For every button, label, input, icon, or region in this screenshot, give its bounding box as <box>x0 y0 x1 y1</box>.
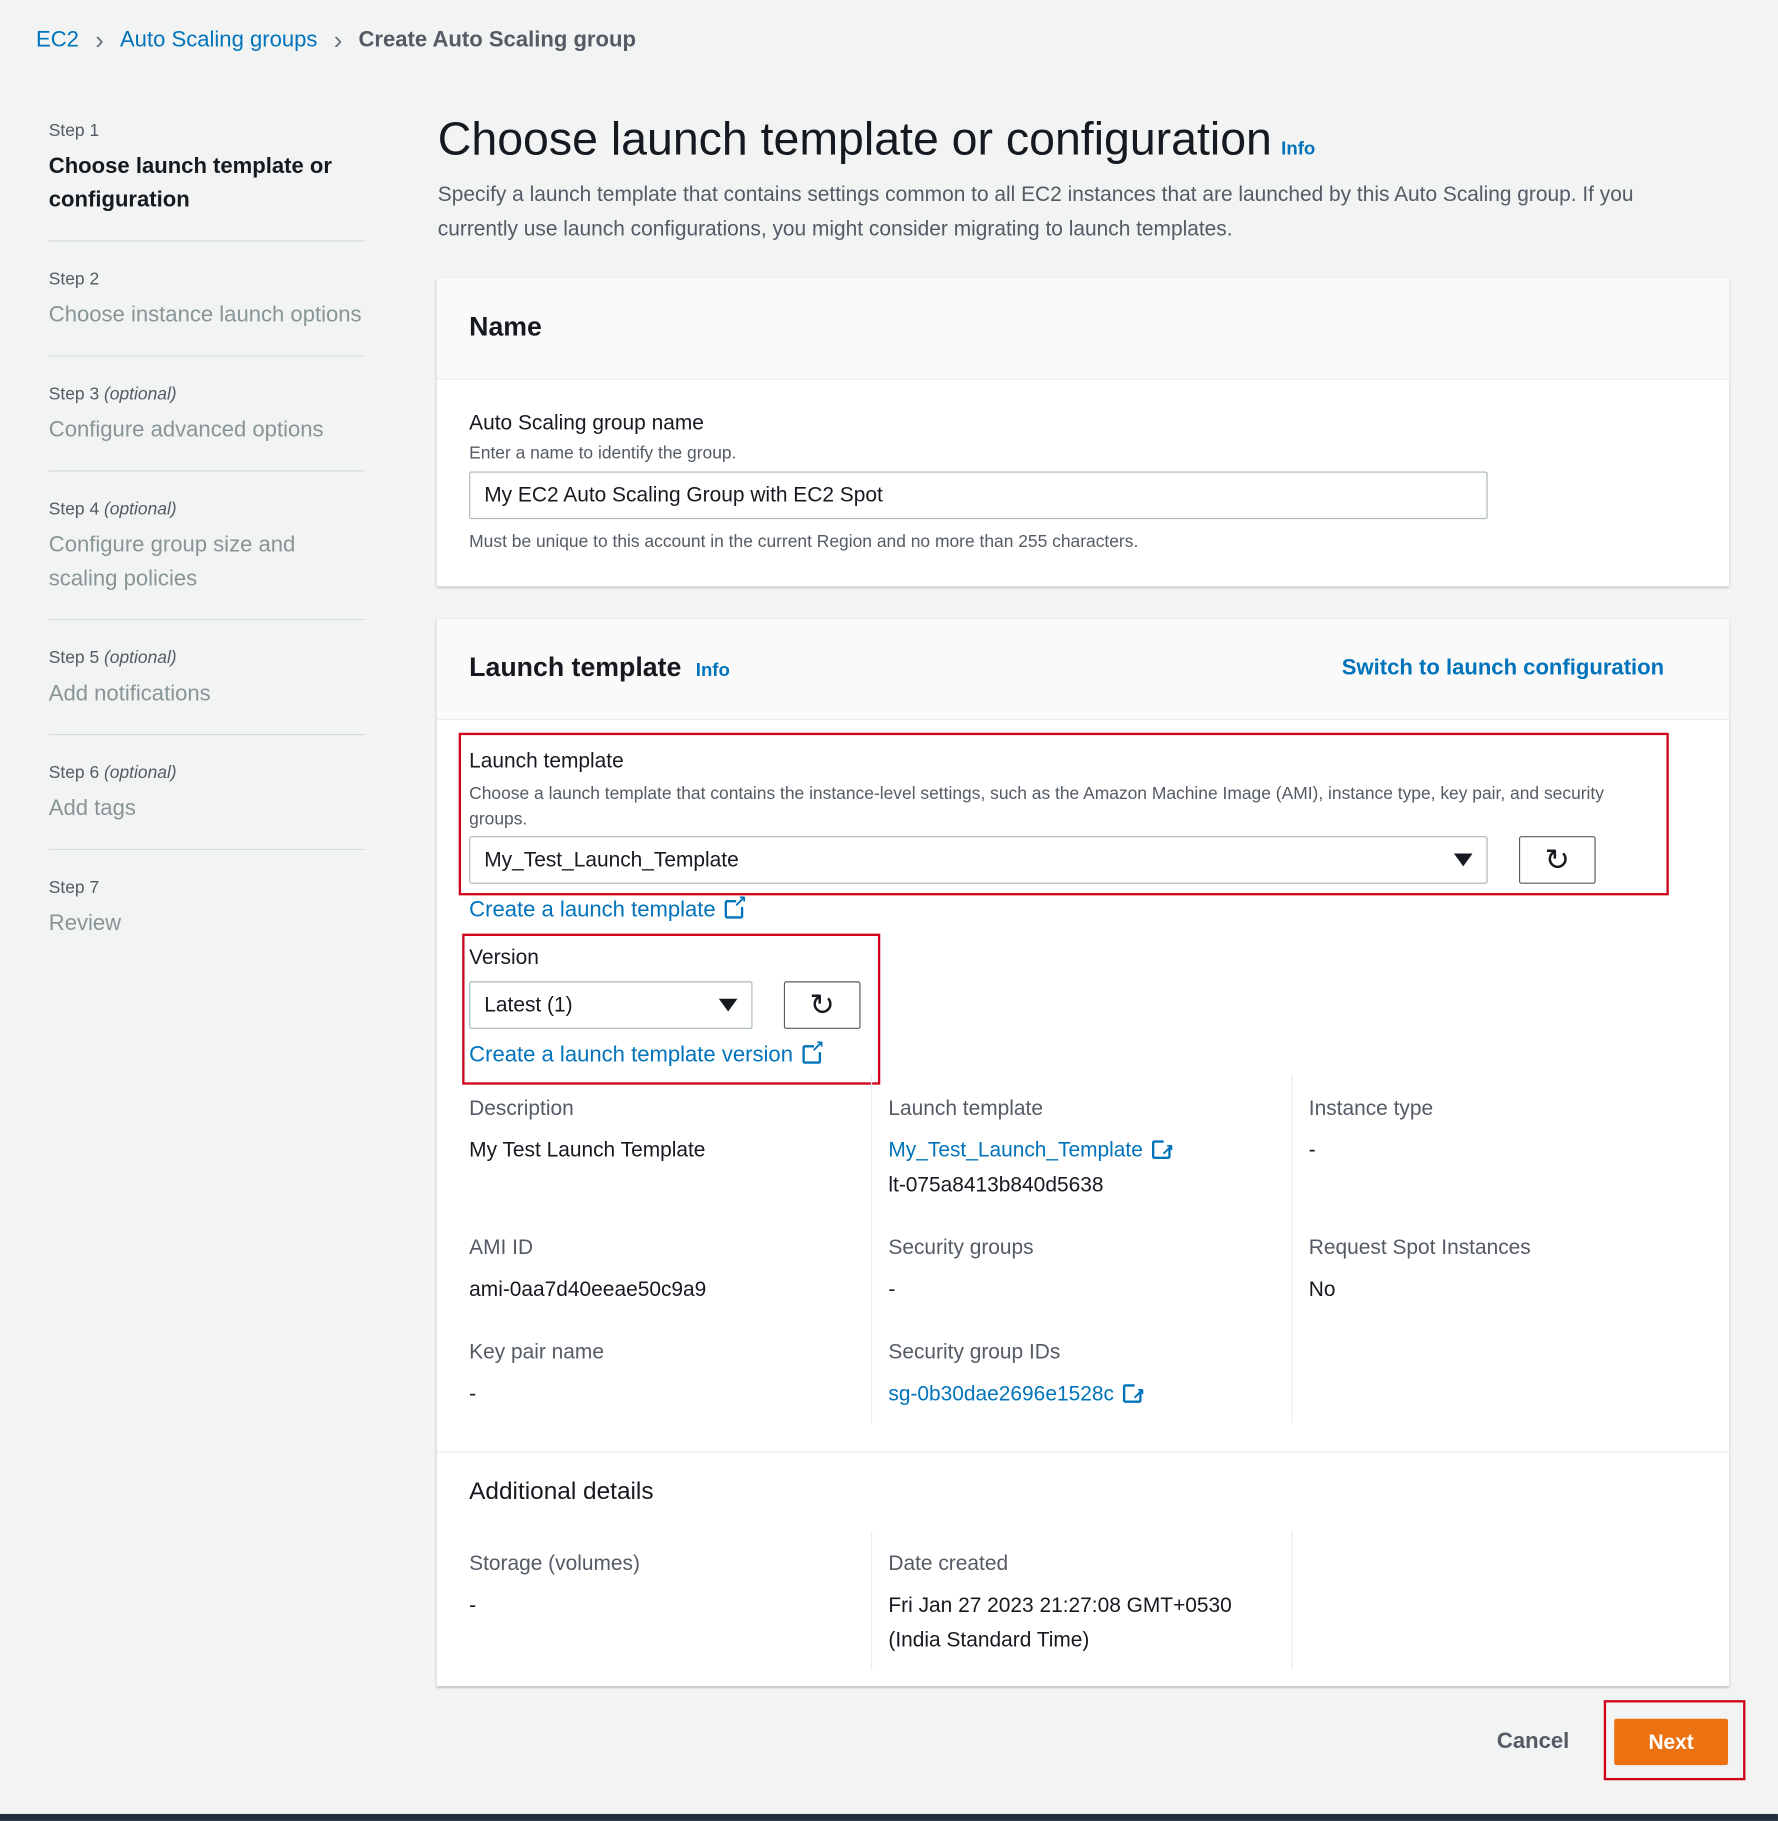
refresh-icon: ↻ <box>809 987 835 1022</box>
asg-name-input[interactable]: My EC2 Auto Scaling Group with EC2 Spot <box>469 471 1488 520</box>
refresh-icon: ↻ <box>1544 841 1570 877</box>
step-title: Add tags <box>48 796 136 822</box>
field-label: Launch template <box>469 749 624 773</box>
step-number: Step 4 (optional) <box>48 499 177 520</box>
detail-ami-id: AMI ID ami-0aa7d40eeae50c9a9 <box>469 1235 707 1301</box>
step-7[interactable]: Step 7 Review <box>49 878 365 964</box>
version-refresh-button[interactable]: ↻ <box>783 981 861 1029</box>
caret-down-icon <box>718 998 738 1012</box>
step-6[interactable]: Step 6 (optional) Add tags <box>48 762 365 851</box>
step-number: Step 2 <box>48 269 100 290</box>
step-number: Step 7 <box>48 877 100 898</box>
version-select[interactable]: Latest (1) <box>469 981 753 1029</box>
field-label: Version <box>469 945 539 969</box>
step-number: Step 1 <box>48 120 100 141</box>
field-constraint: Must be unique to this account in the cu… <box>469 531 1139 552</box>
detail-security-groups: Security groups - <box>888 1235 1034 1301</box>
page-description: Specify a launch template that contains … <box>437 182 1634 241</box>
breadcrumb: EC2 › Auto Scaling groups › Create Auto … <box>36 26 636 56</box>
step-number: Step 5 (optional) <box>48 648 177 668</box>
divider <box>1291 1074 1293 1423</box>
info-link[interactable]: Info <box>696 661 730 681</box>
step-2[interactable]: Step 2 Choose instance launch options <box>48 269 365 357</box>
step-number: Step 3 (optional) <box>48 384 177 405</box>
create-launch-template-version-link[interactable]: Create a launch template version <box>469 1037 824 1069</box>
detail-date-created: Date created Fri Jan 27 2023 21:27:08 GMT… <box>888 1551 1232 1652</box>
external-link-icon <box>1152 1132 1174 1167</box>
refresh-button[interactable]: ↻ <box>1518 836 1596 884</box>
external-link-icon <box>1123 1376 1145 1411</box>
step-title: Add notifications <box>48 681 211 707</box>
name-panel: Name Auto Scaling group name Enter a nam… <box>436 278 1730 587</box>
create-launch-template-link[interactable]: Create a launch template <box>469 892 747 924</box>
chevron-right-icon: › <box>333 25 343 55</box>
breadcrumb-asg[interactable]: Auto Scaling groups <box>120 28 317 54</box>
external-link-icon <box>802 1037 824 1064</box>
field-label: Auto Scaling group name <box>469 411 704 435</box>
launch-template-link[interactable]: My_Test_Launch_Template <box>888 1132 1174 1167</box>
step-5[interactable]: Step 5 (optional) Add notifications <box>48 648 365 736</box>
step-title: Choose instance launch options <box>48 303 362 328</box>
info-link[interactable]: Info <box>1281 139 1315 159</box>
field-hint: Choose a launch template that contains t… <box>469 783 1604 830</box>
detail-instance-type: Instance type - <box>1308 1096 1434 1162</box>
launch-template-panel: Launch template Info Switch to launch co… <box>436 618 1730 1687</box>
detail-storage: Storage (volumes) - <box>469 1551 640 1617</box>
wizard-steps: Step 1 Choose launch template or configur… <box>48 120 365 992</box>
step-title: Choose launch template or configuration <box>48 154 332 213</box>
launch-template-select[interactable]: My_Test_Launch_Template <box>469 836 1488 884</box>
breadcrumb-ec2[interactable]: EC2 <box>36 28 79 54</box>
detail-key-pair: Key pair name - <box>469 1340 604 1406</box>
step-number: Step 6 (optional) <box>48 762 177 783</box>
breadcrumb-current: Create Auto Scaling group <box>358 27 636 53</box>
footer-bar <box>0 1813 1778 1821</box>
chevron-right-icon: › <box>95 25 104 55</box>
step-3[interactable]: Step 3 (optional) Configure advanced opti… <box>48 384 365 472</box>
detail-request-spot: Request Spot Instances No <box>1308 1235 1531 1301</box>
next-button[interactable]: Next <box>1614 1718 1729 1766</box>
switch-to-launch-configuration-link[interactable]: Switch to launch configuration <box>1342 656 1664 682</box>
step-title: Review <box>48 911 122 937</box>
page-title: Choose launch template or configuration I… <box>437 113 1316 165</box>
field-hint: Enter a name to identify the group. <box>469 443 737 464</box>
divider <box>436 1451 1730 1453</box>
detail-security-group-ids: Security group IDs sg-0b30dae2696e1528c <box>888 1340 1145 1411</box>
step-1: Step 1 Choose launch template or configur… <box>48 120 365 242</box>
divider <box>870 1074 873 1423</box>
step-4[interactable]: Step 4 (optional) Configure group size an… <box>48 499 365 621</box>
step-title: Configure advanced options <box>48 418 324 443</box>
panel-title: Launch template Info <box>469 651 730 682</box>
step-title: Configure group size and scaling policie… <box>48 533 296 592</box>
panel-title: Name <box>469 311 542 342</box>
cancel-button[interactable]: Cancel <box>1497 1729 1569 1755</box>
external-link-icon <box>724 892 747 919</box>
detail-launch-template: Launch templateMy_Test_Launch_Templatelt… <box>888 1096 1174 1202</box>
divider <box>870 1530 873 1670</box>
security-group-link[interactable]: sg-0b30dae2696e1528c <box>888 1376 1145 1411</box>
divider <box>1291 1530 1293 1670</box>
additional-details-title: Additional details <box>469 1478 654 1506</box>
detail-description: Description My Test Launch Template <box>469 1096 706 1162</box>
caret-down-icon <box>1453 853 1473 867</box>
